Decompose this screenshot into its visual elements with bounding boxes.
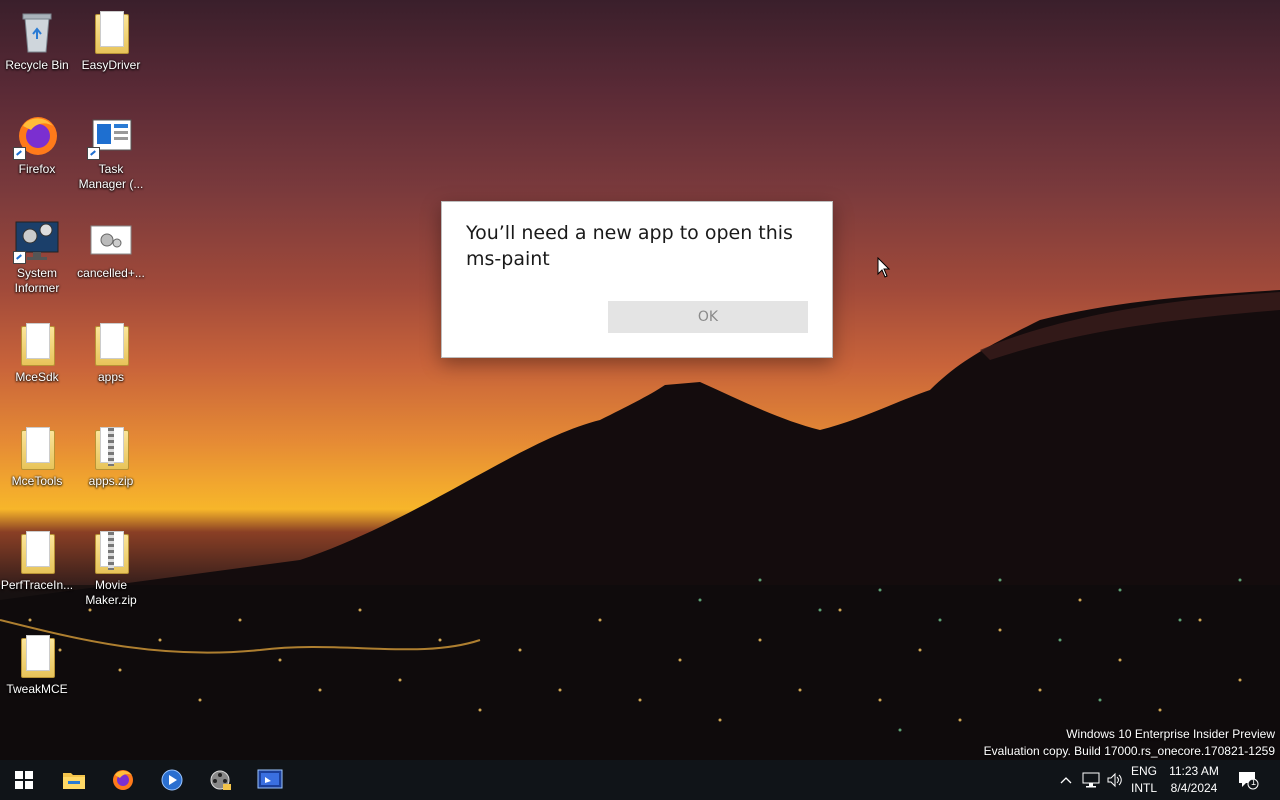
watermark-line2: Evaluation copy. Build 17000.rs_onecore.…: [983, 744, 1275, 758]
clock[interactable]: 11:23 AM 8/4/2024: [1164, 760, 1224, 800]
file-explorer-icon: [63, 773, 85, 789]
desktop-icon-easydriver[interactable]: EasyDriver: [74, 8, 148, 73]
desktop-icon-mcetools[interactable]: MceTools: [0, 424, 74, 489]
media-player-icon: [161, 769, 183, 791]
folder-icon: [87, 8, 135, 56]
ok-button[interactable]: OK: [608, 301, 808, 333]
taskbar-movie-maker[interactable]: [197, 760, 245, 800]
zip-folder-icon: [87, 528, 135, 576]
desktop-icon-label: MceSdk: [15, 370, 59, 384]
desktop-icon-movie-maker-zip[interactable]: Movie Maker.zip: [74, 528, 148, 608]
desktop-icon-label: Movie Maker.zip: [85, 578, 137, 607]
desktop-icon-label: PerfTraceIn...: [0, 578, 74, 592]
desktop-icon-label: Firefox: [18, 162, 56, 176]
folder-icon: [13, 320, 61, 368]
desktop-icon-label: apps.zip: [88, 474, 134, 488]
desktop-icon-task-manager[interactable]: Task Manager (...: [74, 112, 148, 192]
build-watermark: Windows 10 Enterprise Insider Preview Ev…: [984, 726, 1275, 760]
language-code: ENG: [1130, 764, 1157, 778]
dialog-message-line2: ms-paint: [466, 248, 550, 270]
watermark-line1: Windows 10 Enterprise Insider Preview: [1066, 727, 1275, 741]
desktop-icon-tweakmce[interactable]: TweakMCE: [0, 632, 74, 697]
desktop-icon-firefox[interactable]: Firefox: [0, 112, 74, 177]
desktop-icon-label: Recycle Bin: [5, 58, 69, 72]
desktop-icon-label: apps: [97, 370, 125, 384]
dialog-message-line1: You’ll need a new app to open this: [466, 222, 793, 244]
desktop-icon-apps-zip[interactable]: apps.zip: [74, 424, 148, 489]
desktop-icon-perftracein[interactable]: PerfTraceIn...: [0, 528, 74, 593]
folder-icon: [87, 320, 135, 368]
desktop-icon-apps[interactable]: apps: [74, 320, 148, 385]
firefox-icon: [13, 112, 61, 160]
desktop-icon-label: TweakMCE: [6, 682, 68, 696]
clock-time: 11:23 AM: [1169, 764, 1219, 778]
desktop-wallpaper: [0, 0, 1280, 760]
dialog-message: You’ll need a new app to open this ms-pa…: [466, 220, 806, 272]
mouse-cursor-icon: [877, 256, 891, 284]
show-hidden-icons-button[interactable]: [1056, 760, 1076, 800]
clock-date: 8/4/2024: [1170, 781, 1218, 795]
folder-icon: [13, 632, 61, 680]
keyboard-layout: INTL: [1130, 781, 1157, 795]
settings-file-icon: [87, 216, 135, 264]
recycle-bin-icon: [13, 8, 61, 56]
folder-icon: [13, 424, 61, 472]
desktop-icon-system-informer[interactable]: System Informer: [0, 216, 74, 296]
desktop-icon-label: Task Manager (...: [78, 162, 144, 191]
zip-folder-icon: [87, 424, 135, 472]
start-button[interactable]: [0, 760, 48, 800]
action-center-button[interactable]: 1: [1232, 760, 1264, 800]
open-with-dialog: You’ll need a new app to open this ms-pa…: [441, 201, 833, 358]
desktop-icon-label: MceTools: [11, 474, 63, 488]
desktop-icon-cancelled[interactable]: cancelled+...: [74, 216, 148, 281]
remote-desktop-icon: [257, 769, 283, 789]
start-icon: [15, 771, 33, 789]
taskbar-file-explorer[interactable]: [50, 760, 98, 800]
desktop-icon-label: cancelled+...: [77, 266, 145, 280]
wallpaper-scene: [0, 290, 1280, 760]
taskbar-remote-desktop[interactable]: [246, 760, 294, 800]
desktop-icon-label: System Informer: [14, 266, 60, 295]
language-indicator[interactable]: ENG INTL: [1128, 760, 1160, 800]
network-icon: [1082, 772, 1100, 788]
desktop-icon-recycle-bin[interactable]: Recycle Bin: [0, 8, 74, 73]
taskbar-media-player[interactable]: [148, 760, 196, 800]
movie-maker-icon: [210, 770, 231, 790]
taskbar-firefox[interactable]: [99, 760, 147, 800]
network-button[interactable]: [1080, 760, 1102, 800]
folder-icon: [13, 528, 61, 576]
chevron-up-icon: [1060, 777, 1072, 784]
desktop-icon-label: EasyDriver: [81, 58, 141, 72]
volume-icon: [1107, 772, 1122, 788]
task-manager-icon: [87, 112, 135, 160]
system-informer-icon: [13, 216, 61, 264]
taskbar: ENG INTL 11:23 AM 8/4/2024 1: [0, 760, 1280, 800]
notification-count: 1: [1251, 777, 1257, 787]
firefox-icon: [113, 770, 133, 790]
desktop-icon-mcesdk[interactable]: MceSdk: [0, 320, 74, 385]
volume-button[interactable]: [1104, 760, 1126, 800]
